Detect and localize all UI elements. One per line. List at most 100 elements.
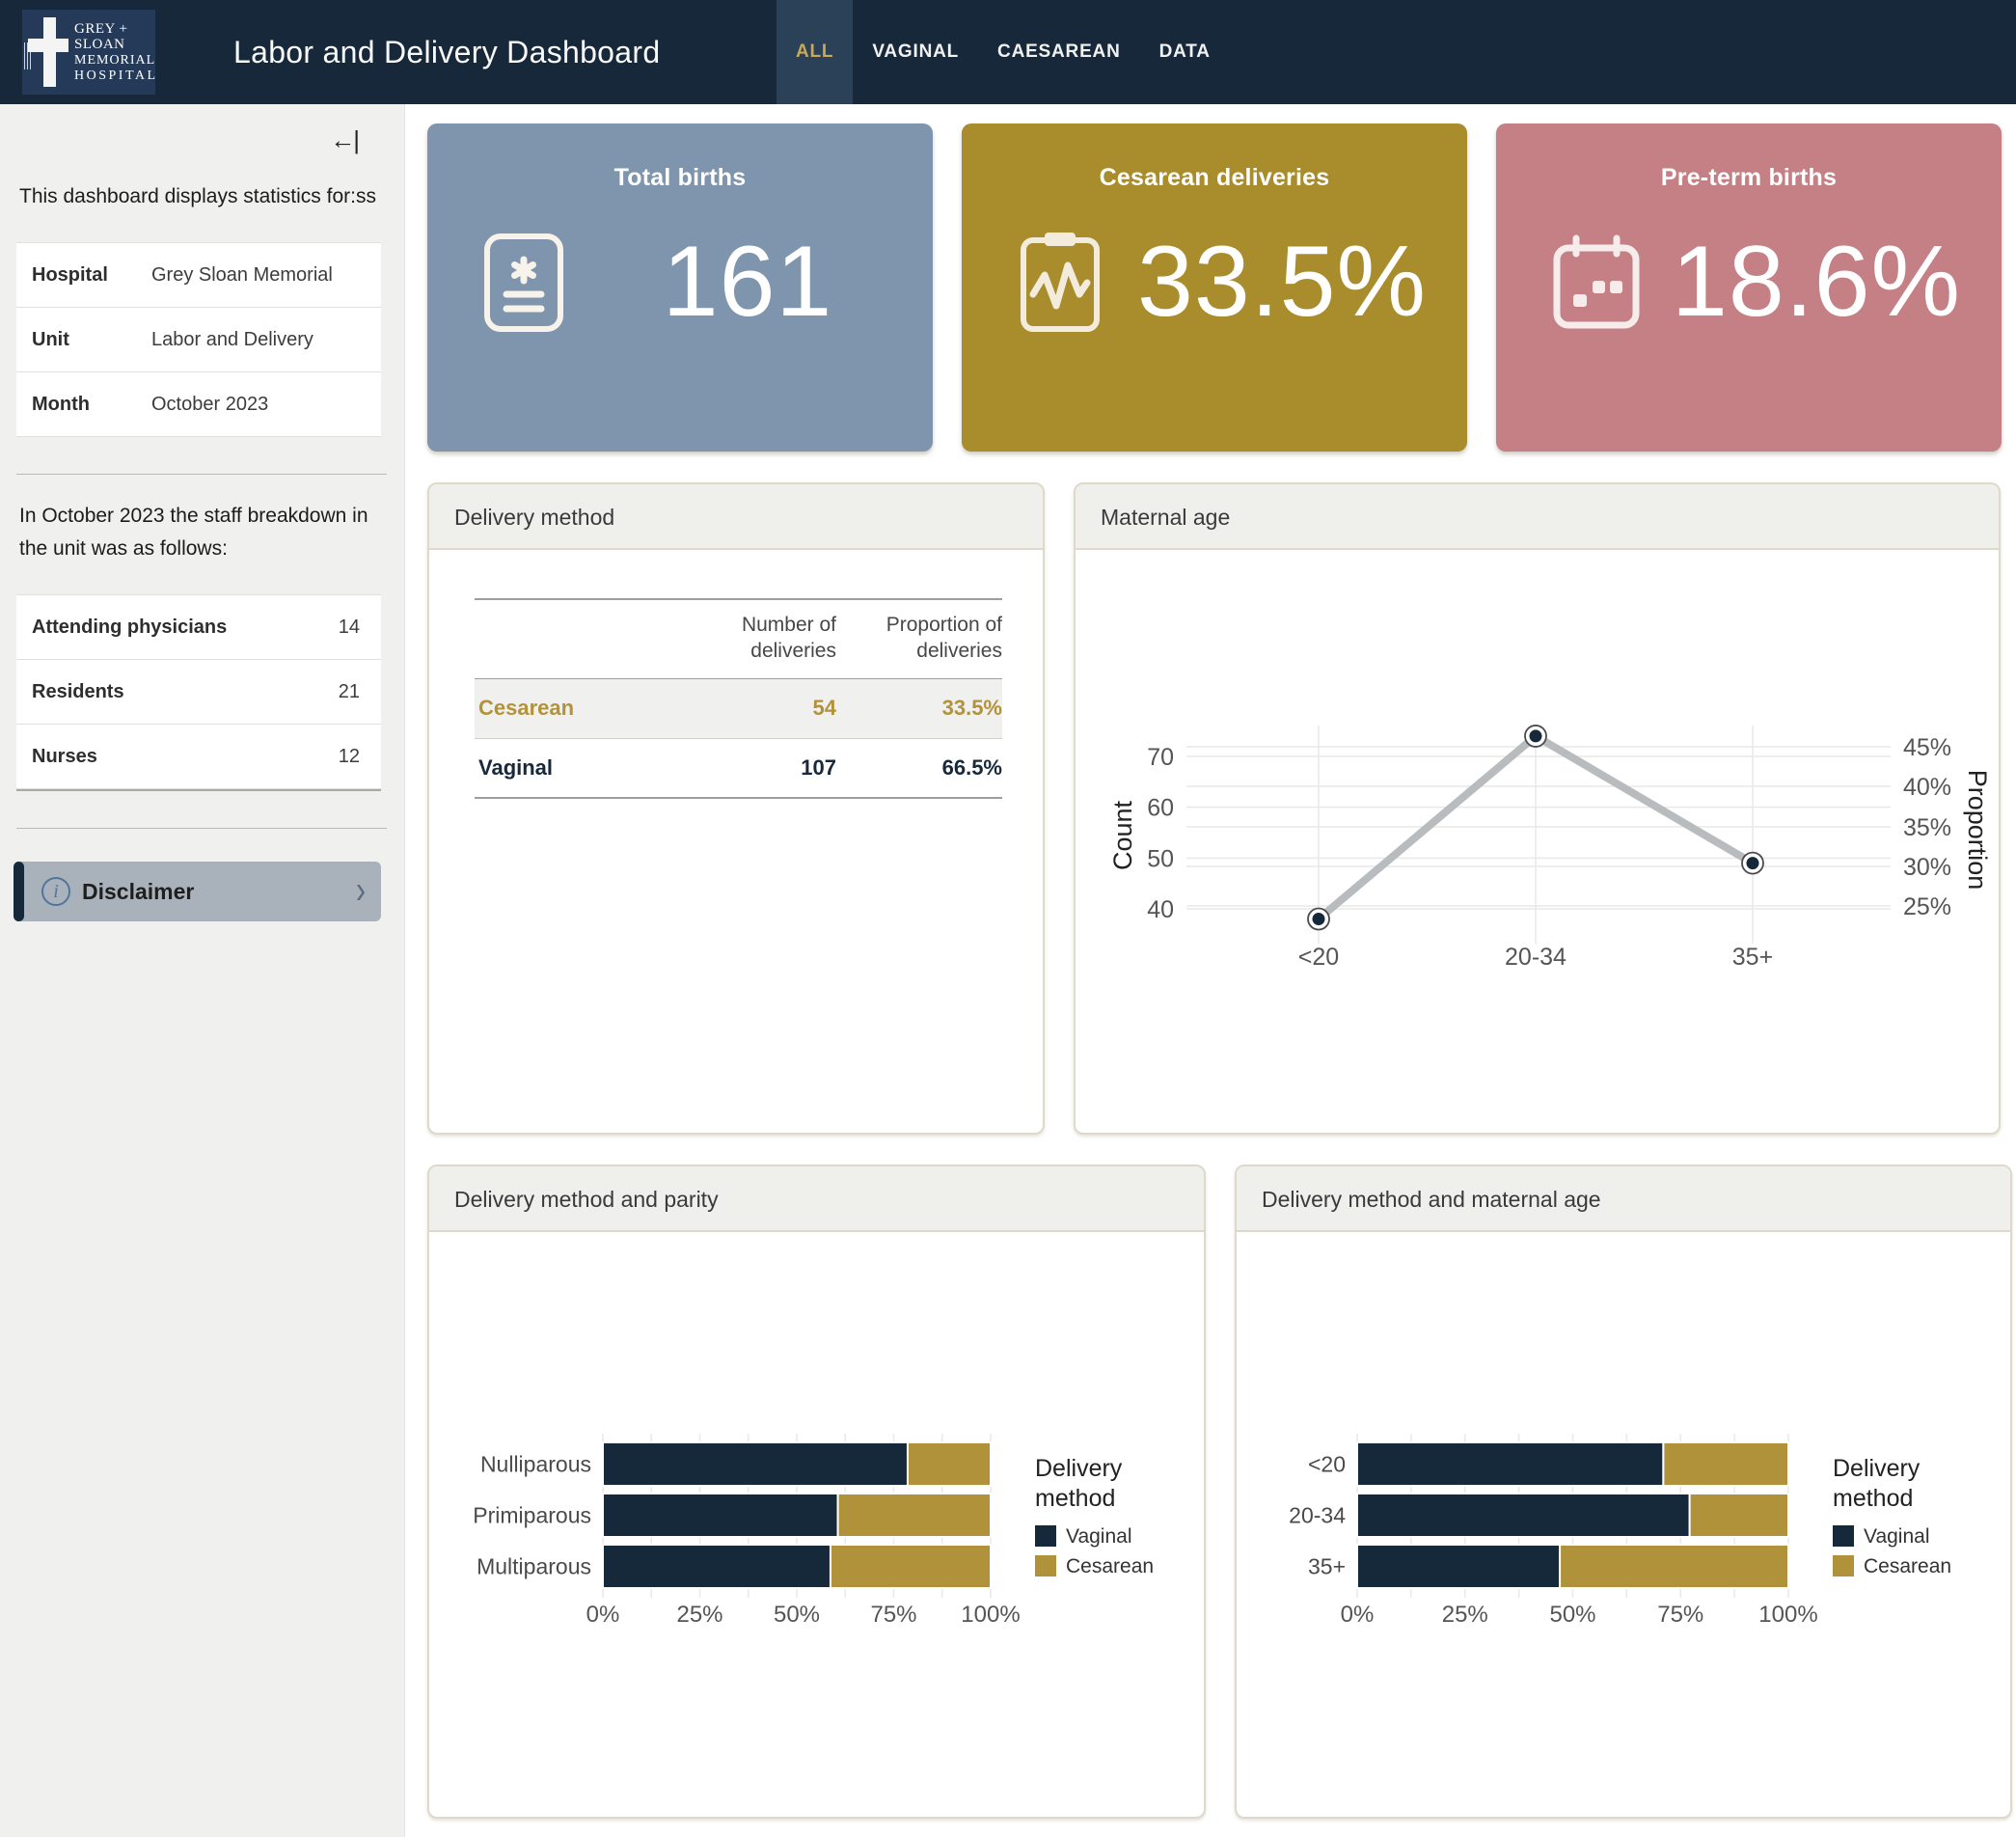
- chevron-right-icon: ›: [356, 869, 366, 914]
- parity-stacked-bar-chart: Nulliparous Primiparous Multiparous 0% 25% 50…: [429, 1232, 1204, 1817]
- svg-text:70: 70: [1147, 744, 1174, 771]
- sidebar-divider: [16, 474, 387, 475]
- svg-text:75%: 75%: [870, 1602, 916, 1628]
- staff-row-residents: Residents 21: [16, 660, 381, 725]
- svg-text:35+: 35+: [1732, 944, 1773, 971]
- row-proportion: 33.5%: [836, 696, 1002, 721]
- top-header: GREY + SLOAN MEMORIAL HOSPITAL Labor and…: [0, 0, 2016, 104]
- logo-line2: MEMORIAL: [74, 53, 158, 69]
- kpi-card-cesarean: Cesarean deliveries 33.5%: [962, 123, 1467, 452]
- staff-intro-text: In October 2023 the staff breakdown in t…: [19, 500, 383, 565]
- staff-row-nurses: Nurses 12: [16, 725, 381, 789]
- maternal-age-line-chart: 4050607025%30%35%40%45%<2020-3435+CountP…: [1076, 550, 1999, 1133]
- row-label: Cesarean: [475, 696, 670, 721]
- svg-text:method: method: [1833, 1485, 1913, 1512]
- kpi-card-preterm: Pre-term births 18.6%: [1496, 123, 2002, 452]
- svg-text:25%: 25%: [1903, 893, 1951, 920]
- logo-line3: HOSPITAL: [74, 69, 158, 84]
- panel-age-method: Delivery method and maternal age <20 20-3…: [1235, 1165, 2012, 1819]
- svg-text:100%: 100%: [961, 1602, 1020, 1628]
- svg-text:25%: 25%: [1442, 1602, 1488, 1628]
- staff-label: Residents: [32, 681, 124, 703]
- kpi-card-total-births: Total births 161: [427, 123, 933, 452]
- info-label: Hospital: [32, 264, 151, 287]
- info-value: Grey Sloan Memorial: [151, 264, 333, 287]
- kpi-value: 33.5%: [1110, 225, 1454, 340]
- svg-text:45%: 45%: [1903, 734, 1951, 761]
- svg-text:20-34: 20-34: [1289, 1503, 1346, 1528]
- panel-maternal-age: Maternal age 4050607025%30%35%40%45%<202…: [1074, 482, 2001, 1135]
- staff-row-attending: Attending physicians 14: [16, 595, 381, 660]
- svg-text:0%: 0%: [1341, 1602, 1375, 1628]
- info-icon: i: [41, 877, 70, 906]
- kpi-title: Cesarean deliveries: [962, 164, 1467, 192]
- svg-text:25%: 25%: [676, 1602, 722, 1628]
- svg-text:50: 50: [1147, 845, 1174, 872]
- row-proportion: 66.5%: [836, 755, 1002, 781]
- svg-text:<20: <20: [1298, 944, 1339, 971]
- svg-text:Primiparous: Primiparous: [473, 1503, 591, 1528]
- dashboard-root: GREY + SLOAN MEMORIAL HOSPITAL Labor and…: [0, 0, 2016, 1837]
- col-header-count: Number of deliveries: [670, 612, 836, 665]
- svg-text:20-34: 20-34: [1505, 944, 1566, 971]
- tab-all[interactable]: ALL: [776, 0, 853, 104]
- info-row-month: Month October 2023: [16, 372, 381, 437]
- tab-caesarean[interactable]: CAESAREAN: [978, 0, 1140, 104]
- delivery-method-table-header: Number of deliveries Proportion of deliv…: [475, 598, 1002, 679]
- sidebar: ←| This dashboard displays statistics fo…: [0, 104, 405, 1837]
- cross-icon: [28, 17, 70, 87]
- staff-table: Attending physicians 14 Residents 21 Nur…: [16, 594, 381, 791]
- main-content: Total births 161: [405, 104, 2016, 1837]
- table-row-vaginal: Vaginal 107 66.5%: [475, 739, 1002, 799]
- svg-text:75%: 75%: [1657, 1602, 1703, 1628]
- svg-text:Count: Count: [1108, 800, 1137, 870]
- svg-text:0%: 0%: [586, 1602, 620, 1628]
- svg-text:Vaginal: Vaginal: [1864, 1525, 1930, 1548]
- svg-text:60: 60: [1147, 795, 1174, 822]
- logo-line1: GREY + SLOAN: [74, 21, 158, 54]
- collapse-sidebar-icon[interactable]: ←|: [330, 125, 358, 154]
- age-stacked-bar-chart: <2020-3435+0%25%50%75%100%Deliverymethod…: [1237, 1232, 2010, 1817]
- svg-text:Delivery: Delivery: [1833, 1455, 1921, 1482]
- staff-label: Nurses: [32, 746, 97, 768]
- hospital-logo: GREY + SLOAN MEMORIAL HOSPITAL: [22, 10, 155, 95]
- info-label: Unit: [32, 329, 151, 351]
- svg-text:Vaginal: Vaginal: [1066, 1525, 1132, 1548]
- svg-text:Delivery: Delivery: [1035, 1455, 1123, 1482]
- svg-text:Multiparous: Multiparous: [477, 1554, 591, 1579]
- svg-text:Nulliparous: Nulliparous: [480, 1452, 591, 1477]
- panel-title: Delivery method and maternal age: [1237, 1166, 2010, 1232]
- svg-text:35+: 35+: [1308, 1554, 1346, 1579]
- clipboard-pulse-icon: [1018, 231, 1110, 335]
- info-value: Labor and Delivery: [151, 329, 313, 351]
- row-label: Vaginal: [475, 755, 670, 781]
- birth-certificate-icon: [483, 233, 576, 333]
- info-label: Month: [32, 394, 151, 416]
- panel-title: Delivery method and parity: [429, 1166, 1204, 1232]
- page-title: Labor and Delivery Dashboard: [233, 0, 660, 104]
- sidebar-divider: [16, 828, 387, 829]
- staff-value: 21: [339, 681, 366, 703]
- col-header-proportion: Proportion of deliveries: [836, 612, 1002, 665]
- panel-title: Maternal age: [1076, 484, 1999, 550]
- sidebar-intro-text: This dashboard displays statistics for:s…: [19, 180, 383, 213]
- staff-label: Attending physicians: [32, 617, 227, 639]
- disclaimer-button[interactable]: i Disclaimer ›: [16, 862, 381, 921]
- svg-text:35%: 35%: [1903, 814, 1951, 841]
- svg-text:method: method: [1035, 1485, 1115, 1512]
- kpi-value: 161: [576, 225, 919, 340]
- tab-data[interactable]: DATA: [1140, 0, 1230, 104]
- row-count: 107: [670, 755, 836, 781]
- info-row-hospital: Hospital Grey Sloan Memorial: [16, 243, 381, 308]
- svg-text:50%: 50%: [1549, 1602, 1595, 1628]
- svg-text:30%: 30%: [1903, 854, 1951, 881]
- svg-text:<20: <20: [1308, 1452, 1346, 1477]
- nav-tabs: ALL VAGINAL CAESAREAN DATA: [776, 0, 1230, 104]
- panel-delivery-method: Delivery method Number of deliveries Pro…: [427, 482, 1045, 1135]
- svg-text:50%: 50%: [774, 1602, 820, 1628]
- hospital-logo-text: GREY + SLOAN MEMORIAL HOSPITAL: [70, 21, 158, 84]
- svg-text:40%: 40%: [1903, 774, 1951, 801]
- info-value: October 2023: [151, 394, 268, 416]
- svg-text:Proportion: Proportion: [1963, 770, 1992, 891]
- tab-vaginal[interactable]: VAGINAL: [853, 0, 978, 104]
